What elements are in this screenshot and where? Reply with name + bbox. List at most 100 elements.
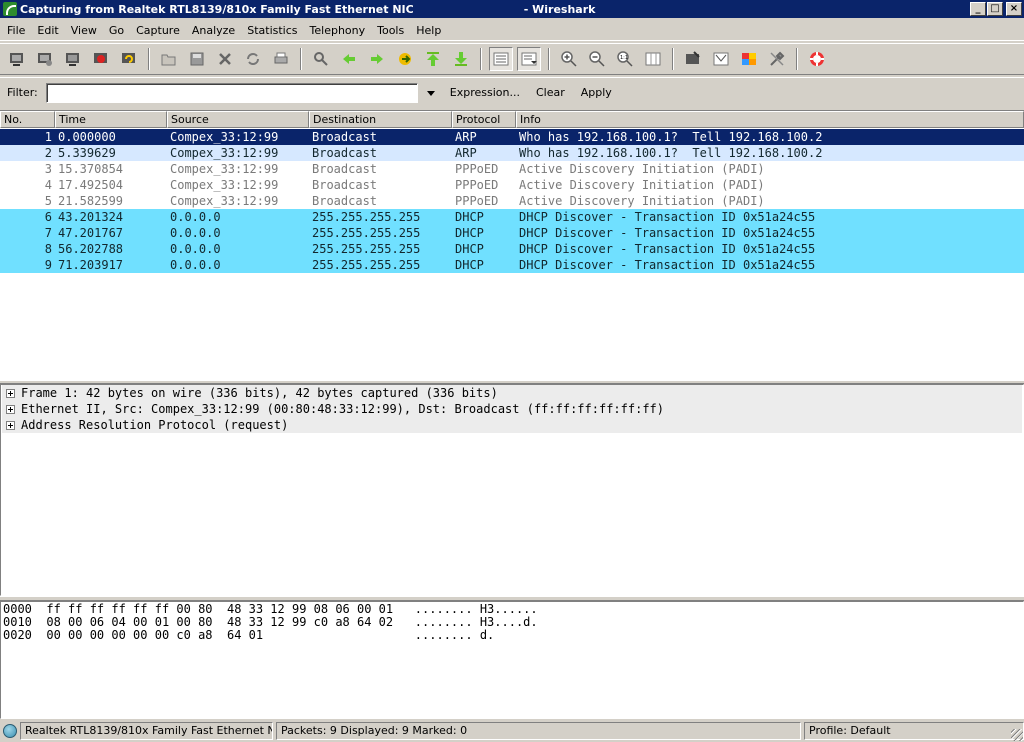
apply-button[interactable]: Apply bbox=[579, 84, 614, 101]
packet-row[interactable]: 4 17.492504 Compex_33:12:99 Broadcast PPPoED… bbox=[0, 177, 1024, 193]
cell-time: 47.201767 bbox=[58, 226, 124, 240]
packet-row[interactable]: 6 43.201324 0.0.0.0 255.255.255.255 DHCP DHCP… bbox=[0, 209, 1024, 225]
zoom-out-icon[interactable] bbox=[585, 47, 609, 71]
last-icon[interactable] bbox=[449, 47, 473, 71]
column-header-protocol[interactable]: Protocol bbox=[452, 111, 516, 128]
print-icon[interactable] bbox=[269, 47, 293, 71]
options-icon[interactable] bbox=[33, 47, 57, 71]
capture-filters-icon[interactable] bbox=[681, 47, 705, 71]
clear-button[interactable]: Clear bbox=[534, 84, 567, 101]
toolbar-separator bbox=[796, 48, 798, 70]
reload-icon[interactable] bbox=[241, 47, 265, 71]
cell-destination: 255.255.255.255 bbox=[312, 258, 421, 272]
preferences-icon[interactable] bbox=[765, 47, 789, 71]
status-bar: Realtek RTL8139/810x Family Fast Etherne… bbox=[0, 720, 1024, 742]
interfaces-icon[interactable] bbox=[5, 47, 29, 71]
packet-row[interactable]: 3 15.370854 Compex_33:12:99 Broadcast PPPoED… bbox=[0, 161, 1024, 177]
start-icon[interactable] bbox=[61, 47, 85, 71]
column-header-info[interactable]: Info bbox=[516, 111, 1024, 128]
colorize-icon[interactable] bbox=[489, 47, 513, 71]
resize-grip-icon[interactable] bbox=[1011, 729, 1023, 741]
expand-icon[interactable] bbox=[6, 420, 15, 430]
cell-source: 0.0.0.0 bbox=[170, 242, 221, 256]
filter-input[interactable] bbox=[45, 82, 418, 103]
resize-columns-icon[interactable] bbox=[641, 47, 665, 71]
cell-time: 71.203917 bbox=[58, 258, 124, 272]
filter-label: Filter: bbox=[7, 86, 38, 99]
packet-row[interactable]: 8 56.202788 0.0.0.0 255.255.255.255 DHCP DHCP… bbox=[0, 241, 1024, 257]
expand-icon[interactable] bbox=[6, 388, 15, 398]
column-header-destination[interactable]: Destination bbox=[309, 111, 452, 128]
cell-info: Who has 192.168.100.1? Tell 192.168.100.… bbox=[519, 146, 823, 160]
column-header-no[interactable]: No. bbox=[0, 111, 55, 128]
zoom-normal-icon[interactable]: 1:1 bbox=[613, 47, 637, 71]
expression-button[interactable]: Expression... bbox=[448, 84, 522, 101]
coloring-rules-icon[interactable] bbox=[737, 47, 761, 71]
cell-info: DHCP Discover - Transaction ID 0x51a24c5… bbox=[519, 210, 816, 224]
cell-source: Compex_33:12:99 bbox=[170, 146, 279, 160]
status-interface: Realtek RTL8139/810x Family Fast Etherne… bbox=[20, 722, 273, 740]
close-file-icon[interactable] bbox=[213, 47, 237, 71]
packet-row[interactable]: 2 5.339629 Compex_33:12:99 Broadcast ARP Who … bbox=[0, 145, 1024, 161]
menu-file[interactable]: File bbox=[2, 24, 30, 37]
maximize-button[interactable]: □ bbox=[987, 2, 1003, 16]
filter-bar: Filter: Expression... Clear Apply bbox=[0, 77, 1024, 107]
cell-time: 15.370854 bbox=[58, 162, 124, 176]
expert-info-icon[interactable] bbox=[3, 724, 17, 738]
detail-row-ethernet[interactable]: Ethernet II, Src: Compex_33:12:99 (00:80… bbox=[2, 401, 1022, 417]
packet-list: No. Time Source Destination Protocol Inf… bbox=[0, 110, 1024, 380]
autoscroll-icon[interactable] bbox=[517, 47, 541, 71]
save-icon[interactable] bbox=[185, 47, 209, 71]
column-header-source[interactable]: Source bbox=[167, 111, 309, 128]
help-icon[interactable] bbox=[805, 47, 829, 71]
cell-destination: 255.255.255.255 bbox=[312, 210, 421, 224]
find-icon[interactable] bbox=[309, 47, 333, 71]
cell-time: 0.000000 bbox=[58, 130, 116, 144]
close-button[interactable]: × bbox=[1006, 2, 1022, 16]
status-profile[interactable]: Profile: Default bbox=[804, 722, 1024, 740]
menu-edit[interactable]: Edit bbox=[32, 24, 63, 37]
wireshark-app-icon bbox=[3, 2, 17, 16]
packet-row[interactable]: 9 71.203917 0.0.0.0 255.255.255.255 DHCP DHCP… bbox=[0, 257, 1024, 273]
wireshark-window: Capturing from Realtek RTL8139/810x Fami… bbox=[0, 0, 1024, 742]
cell-protocol: ARP bbox=[455, 146, 477, 160]
cell-destination: 255.255.255.255 bbox=[312, 226, 421, 240]
toolbar-separator bbox=[300, 48, 302, 70]
menu-capture[interactable]: Capture bbox=[131, 24, 185, 37]
cell-no: 6 bbox=[44, 210, 52, 224]
detail-row-frame[interactable]: Frame 1: 42 bytes on wire (336 bits), 42… bbox=[2, 385, 1022, 401]
zoom-in-icon[interactable] bbox=[557, 47, 581, 71]
title-bar: Capturing from Realtek RTL8139/810x Fami… bbox=[0, 0, 1024, 18]
minimize-button[interactable]: _ bbox=[970, 2, 986, 16]
expand-icon[interactable] bbox=[6, 404, 15, 414]
menu-view[interactable]: View bbox=[66, 24, 102, 37]
menu-help[interactable]: Help bbox=[411, 24, 446, 37]
filter-dropdown-icon[interactable] bbox=[426, 88, 436, 98]
toolbar-separator bbox=[672, 48, 674, 70]
cell-source: Compex_33:12:99 bbox=[170, 178, 279, 192]
menu-analyze[interactable]: Analyze bbox=[187, 24, 240, 37]
packet-row[interactable]: 7 47.201767 0.0.0.0 255.255.255.255 DHCP DHCP… bbox=[0, 225, 1024, 241]
goto-icon[interactable] bbox=[393, 47, 417, 71]
cell-destination: Broadcast bbox=[312, 162, 378, 176]
column-header-time[interactable]: Time bbox=[55, 111, 167, 128]
cell-source: Compex_33:12:99 bbox=[170, 130, 279, 144]
display-filters-icon[interactable] bbox=[709, 47, 733, 71]
menu-go[interactable]: Go bbox=[104, 24, 129, 37]
cell-time: 56.202788 bbox=[58, 242, 124, 256]
cell-no: 1 bbox=[44, 130, 52, 144]
open-icon[interactable] bbox=[157, 47, 181, 71]
cell-info: Active Discovery Initiation (PADI) bbox=[519, 194, 765, 208]
stop-icon[interactable] bbox=[89, 47, 113, 71]
menu-statistics[interactable]: Statistics bbox=[242, 24, 302, 37]
detail-row-arp[interactable]: Address Resolution Protocol (request) bbox=[2, 417, 1022, 433]
main-toolbar: 1:1 bbox=[0, 43, 1024, 75]
back-icon[interactable] bbox=[337, 47, 361, 71]
forward-icon[interactable] bbox=[365, 47, 389, 71]
menu-telephony[interactable]: Telephony bbox=[305, 24, 371, 37]
first-icon[interactable] bbox=[421, 47, 445, 71]
restart-icon[interactable] bbox=[117, 47, 141, 71]
packet-row[interactable]: 1 0.000000 Compex_33:12:99 Broadcast ARP Who … bbox=[0, 129, 1024, 145]
packet-row[interactable]: 5 21.582599 Compex_33:12:99 Broadcast PPPoED… bbox=[0, 193, 1024, 209]
menu-tools[interactable]: Tools bbox=[372, 24, 409, 37]
